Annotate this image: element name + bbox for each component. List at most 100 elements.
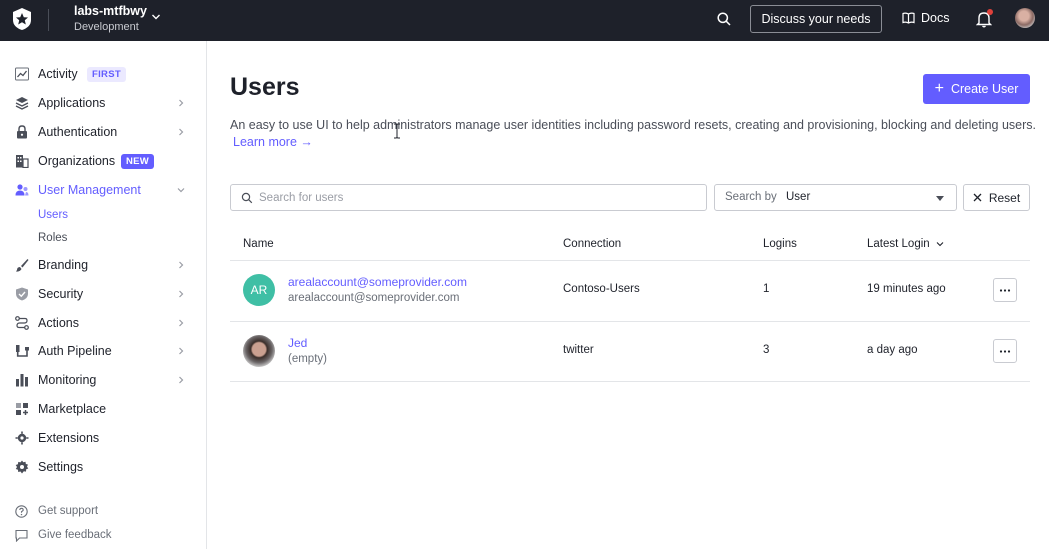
message-icon bbox=[15, 529, 28, 542]
sidebar-item-extensions[interactable]: Extensions bbox=[0, 425, 206, 451]
tenant-environment: Development bbox=[74, 21, 139, 33]
more-actions-button[interactable] bbox=[993, 339, 1017, 363]
column-header-name[interactable]: Name bbox=[243, 238, 274, 250]
sidebar-item-label: Marketplace bbox=[38, 402, 107, 416]
reset-button[interactable]: Reset bbox=[963, 184, 1030, 211]
learn-more-link[interactable]: Learn more → bbox=[233, 135, 313, 149]
plus-icon: + bbox=[934, 80, 944, 97]
create-user-label: Create User bbox=[950, 82, 1019, 96]
sidebar-item-applications[interactable]: Applications bbox=[0, 90, 206, 116]
sidebar-item-authentication[interactable]: Authentication bbox=[0, 119, 206, 145]
bar-chart-icon bbox=[16, 374, 28, 387]
discuss-needs-button[interactable]: Discuss your needs bbox=[750, 5, 882, 33]
connection-cell: twitter bbox=[563, 344, 594, 356]
tenant-switcher[interactable]: labs-mtfbwy Development bbox=[74, 4, 147, 34]
create-user-button[interactable]: + Create User bbox=[923, 74, 1030, 104]
sidebar-item-settings[interactable]: Settings bbox=[0, 454, 206, 480]
sidebar-item-label: Settings bbox=[38, 460, 84, 474]
sidebar-item-organizations[interactable]: Organizations NEW bbox=[0, 148, 206, 174]
divider bbox=[230, 381, 1030, 382]
sidebar-subitem-roles[interactable]: Roles bbox=[38, 232, 67, 244]
logins-cell: 1 bbox=[763, 283, 770, 295]
chevron-right-icon bbox=[179, 347, 184, 355]
sidebar-item-branding[interactable]: Branding bbox=[0, 252, 206, 278]
sidebar-item-user-management[interactable]: User Management bbox=[0, 177, 206, 203]
column-header-latest-login[interactable]: Latest Login bbox=[867, 238, 944, 250]
actions-icon bbox=[15, 316, 29, 330]
puzzle-icon bbox=[15, 431, 29, 445]
get-support-label: Get support bbox=[38, 505, 99, 517]
first-badge: FIRST bbox=[87, 66, 126, 82]
latest-login-cell: 19 minutes ago bbox=[867, 283, 946, 295]
avatar: AR bbox=[243, 274, 275, 306]
connection-cell: Contoso-Users bbox=[563, 283, 640, 295]
column-header-logins[interactable]: Logins bbox=[763, 238, 797, 250]
shield-icon bbox=[16, 287, 28, 301]
logins-cell: 3 bbox=[763, 344, 770, 356]
column-header-connection[interactable]: Connection bbox=[563, 238, 621, 250]
sidebar-item-label: Applications bbox=[38, 96, 106, 110]
divider bbox=[230, 260, 1030, 261]
sidebar-item-auth-pipeline[interactable]: Auth Pipeline bbox=[0, 338, 206, 364]
brush-icon bbox=[16, 259, 29, 272]
chevron-right-icon bbox=[179, 261, 184, 269]
caret-down-icon bbox=[936, 196, 944, 201]
sidebar-item-label: Security bbox=[38, 287, 84, 301]
sidebar-item-label: Activity bbox=[38, 67, 78, 81]
chevron-right-icon bbox=[179, 376, 184, 384]
chevron-right-icon bbox=[179, 128, 184, 136]
avatar bbox=[243, 335, 275, 367]
close-icon bbox=[973, 193, 982, 202]
user-name-link[interactable]: arealaccount@someprovider.com bbox=[288, 275, 467, 289]
search-by-select[interactable]: Search by User bbox=[714, 184, 957, 211]
book-icon bbox=[902, 12, 915, 24]
building-icon bbox=[16, 155, 29, 168]
get-support-link[interactable]: Get support bbox=[0, 502, 206, 522]
sidebar-item-label: Actions bbox=[38, 316, 79, 330]
sidebar-item-label: Authentication bbox=[38, 125, 118, 139]
sidebar-item-monitoring[interactable]: Monitoring bbox=[0, 367, 206, 393]
user-name-link[interactable]: Jed bbox=[288, 336, 307, 350]
give-feedback-label: Give feedback bbox=[38, 529, 112, 541]
chevron-right-icon bbox=[179, 99, 184, 107]
ellipsis-icon bbox=[999, 288, 1011, 292]
sort-down-icon bbox=[936, 242, 944, 247]
auth0-logo-icon[interactable] bbox=[11, 7, 33, 31]
pipeline-icon bbox=[16, 345, 29, 357]
chevron-down-icon[interactable] bbox=[151, 12, 161, 22]
user-email: arealaccount@someprovider.com bbox=[288, 292, 460, 304]
sidebar-item-label: User Management bbox=[38, 183, 141, 197]
text-cursor-icon bbox=[394, 123, 400, 139]
sidebar-item-actions[interactable]: Actions bbox=[0, 310, 206, 336]
page-description: An easy to use UI to help administrators… bbox=[230, 118, 1037, 132]
sidebar-item-label: Auth Pipeline bbox=[38, 344, 112, 358]
sidebar: Activity FIRST Applications Authenticati… bbox=[0, 41, 207, 549]
sidebar-item-label: Branding bbox=[38, 258, 89, 272]
divider bbox=[48, 9, 49, 31]
top-bar: labs-mtfbwy Development Discuss your nee… bbox=[0, 0, 1049, 41]
help-circle-icon bbox=[15, 505, 28, 518]
search-icon[interactable] bbox=[716, 11, 732, 27]
sidebar-item-marketplace[interactable]: Marketplace bbox=[0, 396, 206, 422]
page-title: Users bbox=[230, 73, 300, 101]
ellipsis-icon bbox=[999, 349, 1011, 353]
user-avatar[interactable] bbox=[1015, 8, 1035, 28]
give-feedback-link[interactable]: Give feedback bbox=[0, 526, 206, 546]
more-actions-button[interactable] bbox=[993, 278, 1017, 302]
sidebar-item-security[interactable]: Security bbox=[0, 281, 206, 307]
search-input[interactable] bbox=[259, 189, 689, 207]
latest-login-label: Latest Login bbox=[867, 238, 930, 250]
search-icon bbox=[241, 192, 253, 204]
chevron-right-icon bbox=[179, 290, 184, 298]
lock-icon bbox=[17, 125, 27, 139]
user-search-field[interactable] bbox=[230, 184, 707, 211]
sidebar-subitem-users[interactable]: Users bbox=[38, 209, 68, 221]
sidebar-item-activity[interactable]: Activity FIRST bbox=[0, 61, 206, 87]
grid-plus-icon bbox=[16, 403, 28, 415]
user-email: (empty) bbox=[288, 353, 327, 365]
docs-link[interactable]: Docs bbox=[902, 11, 949, 25]
sidebar-item-label: Extensions bbox=[38, 431, 100, 445]
new-badge: NEW bbox=[121, 153, 155, 169]
users-icon bbox=[15, 184, 29, 196]
chevron-down-icon bbox=[177, 188, 185, 193]
